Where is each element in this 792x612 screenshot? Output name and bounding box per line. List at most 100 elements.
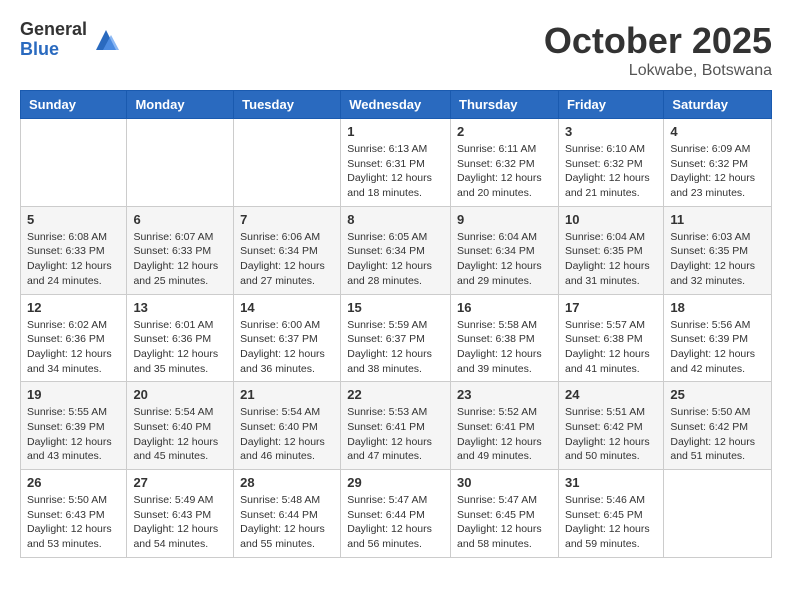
day-number: 29 — [347, 475, 444, 490]
weekday-header-monday: Monday — [127, 91, 234, 119]
day-info: Sunrise: 5:47 AM Sunset: 6:44 PM Dayligh… — [347, 493, 444, 552]
day-info: Sunrise: 5:51 AM Sunset: 6:42 PM Dayligh… — [565, 405, 657, 464]
day-info: Sunrise: 6:05 AM Sunset: 6:34 PM Dayligh… — [347, 230, 444, 289]
calendar-day-cell: 19 Sunrise: 5:55 AM Sunset: 6:39 PM Dayli… — [21, 382, 127, 470]
day-info: Sunrise: 6:10 AM Sunset: 6:32 PM Dayligh… — [565, 142, 657, 201]
calendar-day-cell: 14 Sunrise: 6:00 AM Sunset: 6:37 PM Dayli… — [234, 294, 341, 382]
day-number: 18 — [670, 300, 765, 315]
day-info: Sunrise: 5:55 AM Sunset: 6:39 PM Dayligh… — [27, 405, 120, 464]
weekday-header-saturday: Saturday — [664, 91, 772, 119]
calendar-day-cell: 21 Sunrise: 5:54 AM Sunset: 6:40 PM Dayli… — [234, 382, 341, 470]
calendar-day-cell: 5 Sunrise: 6:08 AM Sunset: 6:33 PM Daylig… — [21, 206, 127, 294]
calendar-week-row: 12 Sunrise: 6:02 AM Sunset: 6:36 PM Dayli… — [21, 294, 772, 382]
day-number: 24 — [565, 387, 657, 402]
day-info: Sunrise: 6:00 AM Sunset: 6:37 PM Dayligh… — [240, 318, 334, 377]
calendar-day-cell: 27Sunrise: 5:49 AM Sunset: 6:43 PM Dayli… — [127, 470, 234, 558]
day-info: Sunrise: 5:53 AM Sunset: 6:41 PM Dayligh… — [347, 405, 444, 464]
calendar-day-cell — [234, 119, 341, 207]
day-info: Sunrise: 5:47 AM Sunset: 6:45 PM Dayligh… — [457, 493, 552, 552]
day-info: Sunrise: 6:06 AM Sunset: 6:34 PM Dayligh… — [240, 230, 334, 289]
calendar-day-cell: 6 Sunrise: 6:07 AM Sunset: 6:33 PM Daylig… — [127, 206, 234, 294]
calendar-day-cell: 29 Sunrise: 5:47 AM Sunset: 6:44 PM Dayli… — [341, 470, 451, 558]
day-info: Sunrise: 5:59 AM Sunset: 6:37 PM Dayligh… — [347, 318, 444, 377]
calendar-day-cell: 30 Sunrise: 5:47 AM Sunset: 6:45 PM Dayli… — [451, 470, 559, 558]
calendar-week-row: 19 Sunrise: 5:55 AM Sunset: 6:39 PM Dayli… — [21, 382, 772, 470]
day-number: 4 — [670, 124, 765, 139]
day-number: 13 — [133, 300, 227, 315]
day-number: 28 — [240, 475, 334, 490]
day-info: Sunrise: 6:11 AM Sunset: 6:32 PM Dayligh… — [457, 142, 552, 201]
logo-blue-text: Blue — [20, 40, 87, 60]
logo-icon — [91, 25, 121, 55]
day-number: 1 — [347, 124, 444, 139]
calendar-day-cell: 4 Sunrise: 6:09 AM Sunset: 6:32 PM Daylig… — [664, 119, 772, 207]
day-number: 3 — [565, 124, 657, 139]
logo-text: General Blue — [20, 20, 87, 60]
day-number: 11 — [670, 212, 765, 227]
calendar-day-cell: 3 Sunrise: 6:10 AM Sunset: 6:32 PM Daylig… — [558, 119, 663, 207]
logo: General Blue — [20, 20, 121, 60]
weekday-header-wednesday: Wednesday — [341, 91, 451, 119]
calendar-day-cell: 28 Sunrise: 5:48 AM Sunset: 6:44 PM Dayli… — [234, 470, 341, 558]
day-info: Sunrise: 5:54 AM Sunset: 6:40 PM Dayligh… — [240, 405, 334, 464]
location-text: Lokwabe, Botswana — [544, 62, 772, 80]
calendar-day-cell: 12 Sunrise: 6:02 AM Sunset: 6:36 PM Dayli… — [21, 294, 127, 382]
day-number: 19 — [27, 387, 120, 402]
day-number: 8 — [347, 212, 444, 227]
calendar-day-cell: 7Sunrise: 6:06 AM Sunset: 6:34 PM Daylig… — [234, 206, 341, 294]
day-info: Sunrise: 6:09 AM Sunset: 6:32 PM Dayligh… — [670, 142, 765, 201]
calendar-day-cell: 16 Sunrise: 5:58 AM Sunset: 6:38 PM Dayli… — [451, 294, 559, 382]
calendar-day-cell: 1Sunrise: 6:13 AM Sunset: 6:31 PM Daylig… — [341, 119, 451, 207]
calendar-day-cell: 2 Sunrise: 6:11 AM Sunset: 6:32 PM Daylig… — [451, 119, 559, 207]
calendar-day-cell: 31 Sunrise: 5:46 AM Sunset: 6:45 PM Dayli… — [558, 470, 663, 558]
day-info: Sunrise: 5:50 AM Sunset: 6:42 PM Dayligh… — [670, 405, 765, 464]
calendar-day-cell: 22 Sunrise: 5:53 AM Sunset: 6:41 PM Dayli… — [341, 382, 451, 470]
calendar-day-cell: 25 Sunrise: 5:50 AM Sunset: 6:42 PM Dayli… — [664, 382, 772, 470]
day-number: 15 — [347, 300, 444, 315]
day-info: Sunrise: 6:01 AM Sunset: 6:36 PM Dayligh… — [133, 318, 227, 377]
page-header: General Blue October 2025 Lokwabe, Botsw… — [20, 20, 772, 80]
day-info: Sunrise: 6:07 AM Sunset: 6:33 PM Dayligh… — [133, 230, 227, 289]
calendar-week-row: 5 Sunrise: 6:08 AM Sunset: 6:33 PM Daylig… — [21, 206, 772, 294]
day-number: 5 — [27, 212, 120, 227]
day-number: 30 — [457, 475, 552, 490]
day-number: 16 — [457, 300, 552, 315]
day-info: Sunrise: 6:02 AM Sunset: 6:36 PM Dayligh… — [27, 318, 120, 377]
day-number: 14 — [240, 300, 334, 315]
day-info: Sunrise: 6:08 AM Sunset: 6:33 PM Dayligh… — [27, 230, 120, 289]
calendar-week-row: 26Sunrise: 5:50 AM Sunset: 6:43 PM Dayli… — [21, 470, 772, 558]
calendar-day-cell: 10Sunrise: 6:04 AM Sunset: 6:35 PM Dayli… — [558, 206, 663, 294]
calendar-week-row: 1Sunrise: 6:13 AM Sunset: 6:31 PM Daylig… — [21, 119, 772, 207]
weekday-header-tuesday: Tuesday — [234, 91, 341, 119]
day-number: 27 — [133, 475, 227, 490]
day-number: 25 — [670, 387, 765, 402]
weekday-header-sunday: Sunday — [21, 91, 127, 119]
calendar-day-cell: 24 Sunrise: 5:51 AM Sunset: 6:42 PM Dayli… — [558, 382, 663, 470]
calendar-day-cell — [21, 119, 127, 207]
logo-general-text: General — [20, 20, 87, 40]
title-block: October 2025 Lokwabe, Botswana — [544, 20, 772, 80]
day-number: 9 — [457, 212, 552, 227]
weekday-header-friday: Friday — [558, 91, 663, 119]
calendar-day-cell: 11Sunrise: 6:03 AM Sunset: 6:35 PM Dayli… — [664, 206, 772, 294]
day-info: Sunrise: 5:58 AM Sunset: 6:38 PM Dayligh… — [457, 318, 552, 377]
calendar-day-cell: 13 Sunrise: 6:01 AM Sunset: 6:36 PM Dayli… — [127, 294, 234, 382]
day-number: 26 — [27, 475, 120, 490]
month-title: October 2025 — [544, 20, 772, 62]
day-number: 17 — [565, 300, 657, 315]
day-info: Sunrise: 5:54 AM Sunset: 6:40 PM Dayligh… — [133, 405, 227, 464]
calendar-header-row: SundayMondayTuesdayWednesdayThursdayFrid… — [21, 91, 772, 119]
day-number: 31 — [565, 475, 657, 490]
day-number: 21 — [240, 387, 334, 402]
calendar-day-cell: 18Sunrise: 5:56 AM Sunset: 6:39 PM Dayli… — [664, 294, 772, 382]
day-number: 12 — [27, 300, 120, 315]
day-number: 2 — [457, 124, 552, 139]
day-info: Sunrise: 5:48 AM Sunset: 6:44 PM Dayligh… — [240, 493, 334, 552]
day-number: 6 — [133, 212, 227, 227]
day-number: 20 — [133, 387, 227, 402]
day-info: Sunrise: 5:46 AM Sunset: 6:45 PM Dayligh… — [565, 493, 657, 552]
day-number: 22 — [347, 387, 444, 402]
day-info: Sunrise: 6:04 AM Sunset: 6:35 PM Dayligh… — [565, 230, 657, 289]
calendar-day-cell: 15 Sunrise: 5:59 AM Sunset: 6:37 PM Dayli… — [341, 294, 451, 382]
weekday-header-thursday: Thursday — [451, 91, 559, 119]
